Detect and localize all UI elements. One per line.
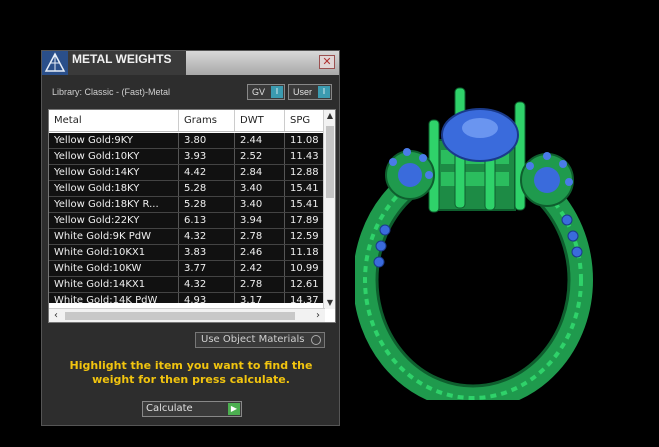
table-row[interactable]: White Gold:10KX1 3.83 2.46 11.18	[49, 245, 325, 261]
cell-dwt: 2.42	[235, 261, 285, 276]
cell-spg: 14.37	[285, 293, 325, 303]
table-row[interactable]: Yellow Gold:18KY R... 5.28 3.40 15.41	[49, 197, 325, 213]
cell-grams: 6.13	[179, 213, 235, 228]
horizontal-scroll-thumb[interactable]	[65, 312, 295, 320]
cell-spg: 11.08	[285, 133, 325, 148]
gv-toggle-label: GV	[252, 87, 266, 97]
cell-spg: 11.18	[285, 245, 325, 260]
table-row[interactable]: White Gold:14K PdW 4.93 3.17 14.37	[49, 293, 325, 303]
cell-grams: 3.93	[179, 149, 235, 164]
cell-spg: 17.89	[285, 213, 325, 228]
cell-grams: 3.83	[179, 245, 235, 260]
cell-metal: Yellow Gold:14KY	[49, 165, 179, 180]
vertical-scrollbar[interactable]: ▲ ▼	[323, 110, 335, 309]
cell-spg: 15.41	[285, 197, 325, 212]
scroll-left-icon[interactable]: ‹	[49, 309, 63, 322]
cell-spg: 12.88	[285, 165, 325, 180]
scroll-down-icon[interactable]: ▼	[324, 297, 335, 309]
table-row[interactable]: White Gold:9K PdW 4.32 2.78 12.59	[49, 229, 325, 245]
header-metal[interactable]: Metal	[49, 110, 179, 131]
metal-weights-panel: METAL WEIGHTS ✕ Library: Classic - (Fast…	[41, 50, 340, 426]
cell-dwt: 3.17	[235, 293, 285, 303]
cell-dwt: 2.78	[235, 277, 285, 292]
cell-dwt: 3.94	[235, 213, 285, 228]
cell-grams: 3.77	[179, 261, 235, 276]
use-object-materials-option[interactable]: Use Object Materials	[195, 332, 325, 348]
table-header: Metal Grams DWT SPG	[49, 110, 325, 132]
use-object-materials-label: Use Object Materials	[201, 334, 305, 345]
cell-metal: Yellow Gold:22KY	[49, 213, 179, 228]
gv-toggle[interactable]: GV I	[247, 84, 285, 100]
cell-grams: 5.28	[179, 181, 235, 196]
instruction-text: Highlight the item you want to find the …	[69, 359, 313, 386]
cell-grams: 4.93	[179, 293, 235, 303]
cell-metal: Yellow Gold:18KY	[49, 181, 179, 196]
cell-metal: Yellow Gold:18KY R...	[49, 197, 179, 212]
header-grams[interactable]: Grams	[179, 110, 235, 131]
horizontal-scrollbar[interactable]: ‹ ›	[49, 308, 325, 322]
cell-spg: 12.59	[285, 229, 325, 244]
matrix-logo-icon	[42, 51, 68, 75]
user-toggle-knob[interactable]: I	[318, 86, 330, 98]
cell-dwt: 3.40	[235, 197, 285, 212]
scroll-up-icon[interactable]: ▲	[324, 110, 335, 122]
cell-dwt: 2.46	[235, 245, 285, 260]
cell-dwt: 2.44	[235, 133, 285, 148]
cell-spg: 12.61	[285, 277, 325, 292]
scroll-right-icon[interactable]: ›	[311, 309, 325, 322]
cell-metal: White Gold:9K PdW	[49, 229, 179, 244]
user-toggle[interactable]: User I	[288, 84, 332, 100]
table-row[interactable]: Yellow Gold:10KY 3.93 2.52 11.43	[49, 149, 325, 165]
close-button[interactable]: ✕	[319, 55, 335, 69]
cell-grams: 3.80	[179, 133, 235, 148]
play-icon[interactable]: ▶	[228, 403, 240, 415]
ring-model-render	[355, 87, 593, 400]
cell-grams: 4.32	[179, 277, 235, 292]
table-row[interactable]: White Gold:10KW 3.77 2.42 10.99	[49, 261, 325, 277]
cell-spg: 15.41	[285, 181, 325, 196]
gv-toggle-knob[interactable]: I	[271, 86, 283, 98]
cell-dwt: 3.40	[235, 181, 285, 196]
cell-spg: 11.43	[285, 149, 325, 164]
vertical-scroll-thumb[interactable]	[326, 126, 334, 198]
table-row[interactable]: White Gold:14KX1 4.32 2.78 12.61	[49, 277, 325, 293]
library-label: Library: Classic - (Fast)-Metal	[52, 87, 171, 97]
cell-metal: White Gold:14K PdW	[49, 293, 179, 303]
cell-metal: Yellow Gold:10KY	[49, 149, 179, 164]
cell-dwt: 2.84	[235, 165, 285, 180]
cell-grams: 4.42	[179, 165, 235, 180]
cell-metal: White Gold:10KW	[49, 261, 179, 276]
cell-grams: 5.28	[179, 197, 235, 212]
cell-metal: Yellow Gold:9KY	[49, 133, 179, 148]
cell-metal: White Gold:14KX1	[49, 277, 179, 292]
panel-titlebar[interactable]: METAL WEIGHTS ✕	[42, 51, 339, 75]
table-row[interactable]: Yellow Gold:22KY 6.13 3.94 17.89	[49, 213, 325, 229]
panel-title: METAL WEIGHTS	[68, 51, 186, 75]
cell-metal: White Gold:10KX1	[49, 245, 179, 260]
calculate-dropdown[interactable]: Calculate ▶	[142, 401, 242, 417]
metal-table: Metal Grams DWT SPG Yellow Gold:9KY 3.80 2…	[48, 109, 336, 323]
radio-icon[interactable]	[311, 335, 321, 345]
cell-dwt: 2.78	[235, 229, 285, 244]
user-toggle-label: User	[293, 87, 313, 97]
header-spg[interactable]: SPG	[285, 110, 325, 131]
header-dwt[interactable]: DWT	[235, 110, 285, 131]
table-row[interactable]: Yellow Gold:14KY 4.42 2.84 12.88	[49, 165, 325, 181]
table-rows: Yellow Gold:9KY 3.80 2.44 11.08 Yellow Gold…	[49, 133, 325, 303]
calculate-label: Calculate	[146, 403, 193, 414]
table-row[interactable]: Yellow Gold:9KY 3.80 2.44 11.08	[49, 133, 325, 149]
table-row[interactable]: Yellow Gold:18KY 5.28 3.40 15.41	[49, 181, 325, 197]
cell-spg: 10.99	[285, 261, 325, 276]
cell-dwt: 2.52	[235, 149, 285, 164]
cell-grams: 4.32	[179, 229, 235, 244]
